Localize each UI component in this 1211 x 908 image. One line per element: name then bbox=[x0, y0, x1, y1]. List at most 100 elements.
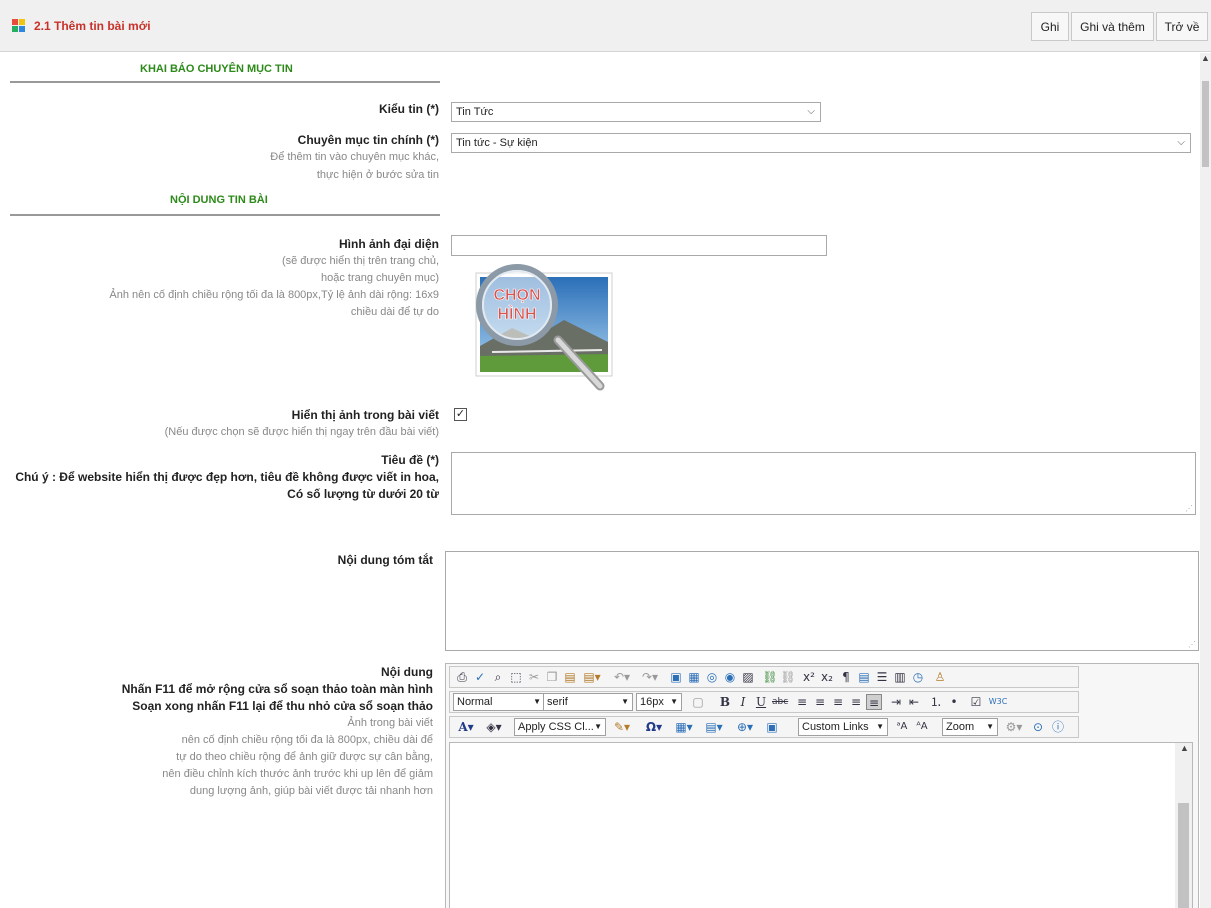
main-category-label: Chuyên mục tin chính (*) bbox=[297, 133, 439, 147]
app-grid-icon bbox=[12, 19, 26, 33]
form-area: KHAI BÁO CHUYÊN MỤC TIN Kiểu tin (*) Tin… bbox=[0, 53, 1200, 908]
image-map-icon[interactable]: ▣ bbox=[764, 719, 780, 735]
body-note-2: Soạn xong nhấn F11 lại để thu nhỏ cửa sổ… bbox=[132, 699, 433, 713]
insert-element-icon[interactable]: ▤▾ bbox=[702, 719, 726, 735]
title-input[interactable]: ⋰ bbox=[451, 452, 1196, 515]
thumbnail-hint-3: Ảnh nên cố định chiều rộng tối đa là 800… bbox=[109, 289, 439, 301]
insert-link-icon[interactable]: ⛓ bbox=[762, 669, 778, 685]
fore-color-icon[interactable]: A▾ bbox=[454, 719, 478, 735]
font-family-select[interactable]: serif ▼ bbox=[543, 693, 633, 711]
paste-icon[interactable]: ▤ bbox=[562, 669, 578, 685]
zoom-select[interactable]: Zoom ▼ bbox=[942, 718, 998, 736]
paragraph-icon[interactable]: ¶ bbox=[838, 669, 854, 685]
save-and-add-button[interactable]: Ghi và thêm bbox=[1071, 12, 1154, 41]
page-header: 2.1 Thêm tin bài mới Ghi Ghi và thêm Trở… bbox=[0, 0, 1211, 52]
chevron-down-icon: ⌵ bbox=[807, 106, 815, 117]
insert-custom-link-icon[interactable]: ⊕▾ bbox=[732, 719, 758, 735]
help-icon[interactable]: ⓘ bbox=[1050, 719, 1066, 735]
show-image-checkbox[interactable]: ✓ bbox=[454, 408, 467, 421]
media-manager-icon[interactable]: ◉ bbox=[722, 669, 738, 685]
summary-label: Nội dung tóm tắt bbox=[337, 553, 433, 567]
summary-input[interactable]: ⋰ bbox=[445, 551, 1199, 651]
resize-handle-icon[interactable]: ⋰ bbox=[1185, 504, 1193, 513]
horizontal-rule-icon[interactable]: ☰ bbox=[874, 669, 890, 685]
format-block-select[interactable]: Normal ▼ bbox=[453, 693, 545, 711]
editor-scroll-thumb[interactable] bbox=[1178, 803, 1189, 908]
real-font-size-icon[interactable]: ▢ bbox=[690, 694, 706, 710]
insert-table-icon[interactable]: ☑ bbox=[968, 694, 984, 710]
module-manager-icon[interactable]: ⚙▾ bbox=[1002, 719, 1026, 735]
redo-icon[interactable]: ↷▾ bbox=[638, 669, 662, 685]
copy-icon[interactable]: ❐ bbox=[544, 669, 560, 685]
format-painter-icon[interactable]: ✎▾ bbox=[610, 719, 634, 735]
bulleted-list-icon[interactable]: • bbox=[946, 694, 962, 710]
choose-image-text-1: CHỌN bbox=[493, 287, 540, 304]
main-category-select[interactable]: Tin tức - Sự kiện ⌵ bbox=[451, 133, 1191, 153]
body-hint-1: Ảnh trong bài viết bbox=[347, 717, 433, 729]
choose-image-button[interactable]: CHỌN HÌNH bbox=[472, 258, 616, 396]
thumbnail-label: Hình ảnh đại diện bbox=[338, 237, 439, 251]
align-left-icon[interactable]: ≡ bbox=[794, 694, 810, 710]
scroll-up-icon[interactable]: ▲ bbox=[1201, 53, 1210, 63]
editor-scrollbar[interactable]: ▲ bbox=[1175, 743, 1192, 908]
underline-icon[interactable]: U bbox=[754, 694, 768, 710]
editor-toolbar-row-3: A▾ ◈▾ Apply CSS Cl... ▼ ✎▾ Ω▾ ▦▾ ▤▾ ⊕▾ ▣… bbox=[449, 716, 1079, 738]
thumbnail-path-input[interactable] bbox=[451, 235, 827, 256]
outdent-icon[interactable]: ⇤ bbox=[906, 694, 922, 710]
insert-date-icon[interactable]: ◷ bbox=[910, 669, 926, 685]
image-manager-icon[interactable]: ▣ bbox=[668, 669, 684, 685]
document-manager-icon[interactable]: ▦ bbox=[686, 669, 702, 685]
save-button[interactable]: Ghi bbox=[1031, 12, 1069, 41]
undo-icon[interactable]: ↶▾ bbox=[610, 669, 634, 685]
chevron-down-icon: ⌵ bbox=[1177, 137, 1185, 148]
find-icon[interactable]: ⌕ bbox=[490, 669, 506, 685]
template-manager-icon[interactable]: ▨ bbox=[740, 669, 756, 685]
page-scroll-thumb[interactable] bbox=[1202, 81, 1209, 167]
scroll-up-icon[interactable]: ▲ bbox=[1180, 743, 1189, 753]
insert-snippet-icon[interactable]: ▤ bbox=[856, 669, 872, 685]
strikethrough-icon[interactable]: abc bbox=[772, 694, 788, 710]
page-scrollbar[interactable]: ▲ bbox=[1200, 53, 1211, 908]
back-color-icon[interactable]: ◈▾ bbox=[482, 719, 506, 735]
paste-options-icon[interactable]: ▤▾ bbox=[580, 669, 604, 685]
format-stripper-icon[interactable]: ♙ bbox=[932, 669, 948, 685]
convert-upper-icon[interactable]: ᴬA bbox=[914, 719, 930, 735]
align-right-icon[interactable]: ≡ bbox=[830, 694, 846, 710]
apply-css-class-select[interactable]: Apply CSS Cl... ▼ bbox=[514, 718, 606, 736]
back-button[interactable]: Trở về bbox=[1156, 12, 1208, 41]
body-label: Nội dung bbox=[381, 665, 433, 679]
convert-lower-icon[interactable]: ᵃA bbox=[894, 719, 910, 735]
editor-content-area[interactable]: ▲ bbox=[449, 742, 1193, 908]
resize-handle-icon[interactable]: ⋰ bbox=[1188, 640, 1196, 649]
main-category-value: Tin tức - Sự kiện bbox=[456, 137, 538, 149]
flash-manager-icon[interactable]: ◎ bbox=[704, 669, 720, 685]
choose-image-icon: CHỌN HÌNH bbox=[475, 264, 613, 391]
toggle-docking-icon[interactable]: ⊙ bbox=[1030, 719, 1046, 735]
news-type-select[interactable]: Tin Tức ⌵ bbox=[451, 102, 821, 122]
show-image-label: Hiển thị ảnh trong bài viết bbox=[291, 408, 439, 422]
italic-icon[interactable]: I bbox=[736, 694, 750, 710]
insert-symbol-icon[interactable]: Ω▾ bbox=[642, 719, 666, 735]
justify-icon[interactable]: ≡ bbox=[848, 694, 864, 710]
custom-links-select[interactable]: Custom Links ▼ bbox=[798, 718, 888, 736]
dropdown-arrow-icon: ▼ bbox=[594, 722, 602, 731]
indent-icon[interactable]: ⇥ bbox=[888, 694, 904, 710]
table-options-icon[interactable]: ▦▾ bbox=[672, 719, 696, 735]
remove-link-icon[interactable]: ⛓ bbox=[780, 669, 796, 685]
print-icon[interactable]: ⎙ bbox=[454, 669, 470, 685]
numbered-list-icon[interactable]: ⒈ bbox=[928, 694, 944, 710]
xhtml-validator-icon[interactable]: W3C bbox=[988, 694, 1008, 710]
cut-icon[interactable]: ✂ bbox=[526, 669, 542, 685]
align-center-icon[interactable]: ≡ bbox=[812, 694, 828, 710]
body-hint-3: tự do theo chiều rộng để ảnh giữ được sự… bbox=[176, 751, 433, 763]
font-size-select[interactable]: 16px ▼ bbox=[636, 693, 682, 711]
bold-icon[interactable]: B bbox=[718, 694, 732, 710]
dropdown-arrow-icon: ▼ bbox=[533, 697, 541, 706]
justify-none-icon[interactable]: ≡ bbox=[866, 694, 882, 710]
subscript-icon[interactable]: x₂ bbox=[820, 669, 834, 685]
insert-form-icon[interactable]: ▥ bbox=[892, 669, 908, 685]
news-type-label: Kiểu tin (*) bbox=[379, 102, 439, 116]
superscript-icon[interactable]: x² bbox=[802, 669, 816, 685]
select-all-icon[interactable]: ⬚ bbox=[508, 669, 524, 685]
spellcheck-icon[interactable]: ✓ bbox=[472, 669, 488, 685]
